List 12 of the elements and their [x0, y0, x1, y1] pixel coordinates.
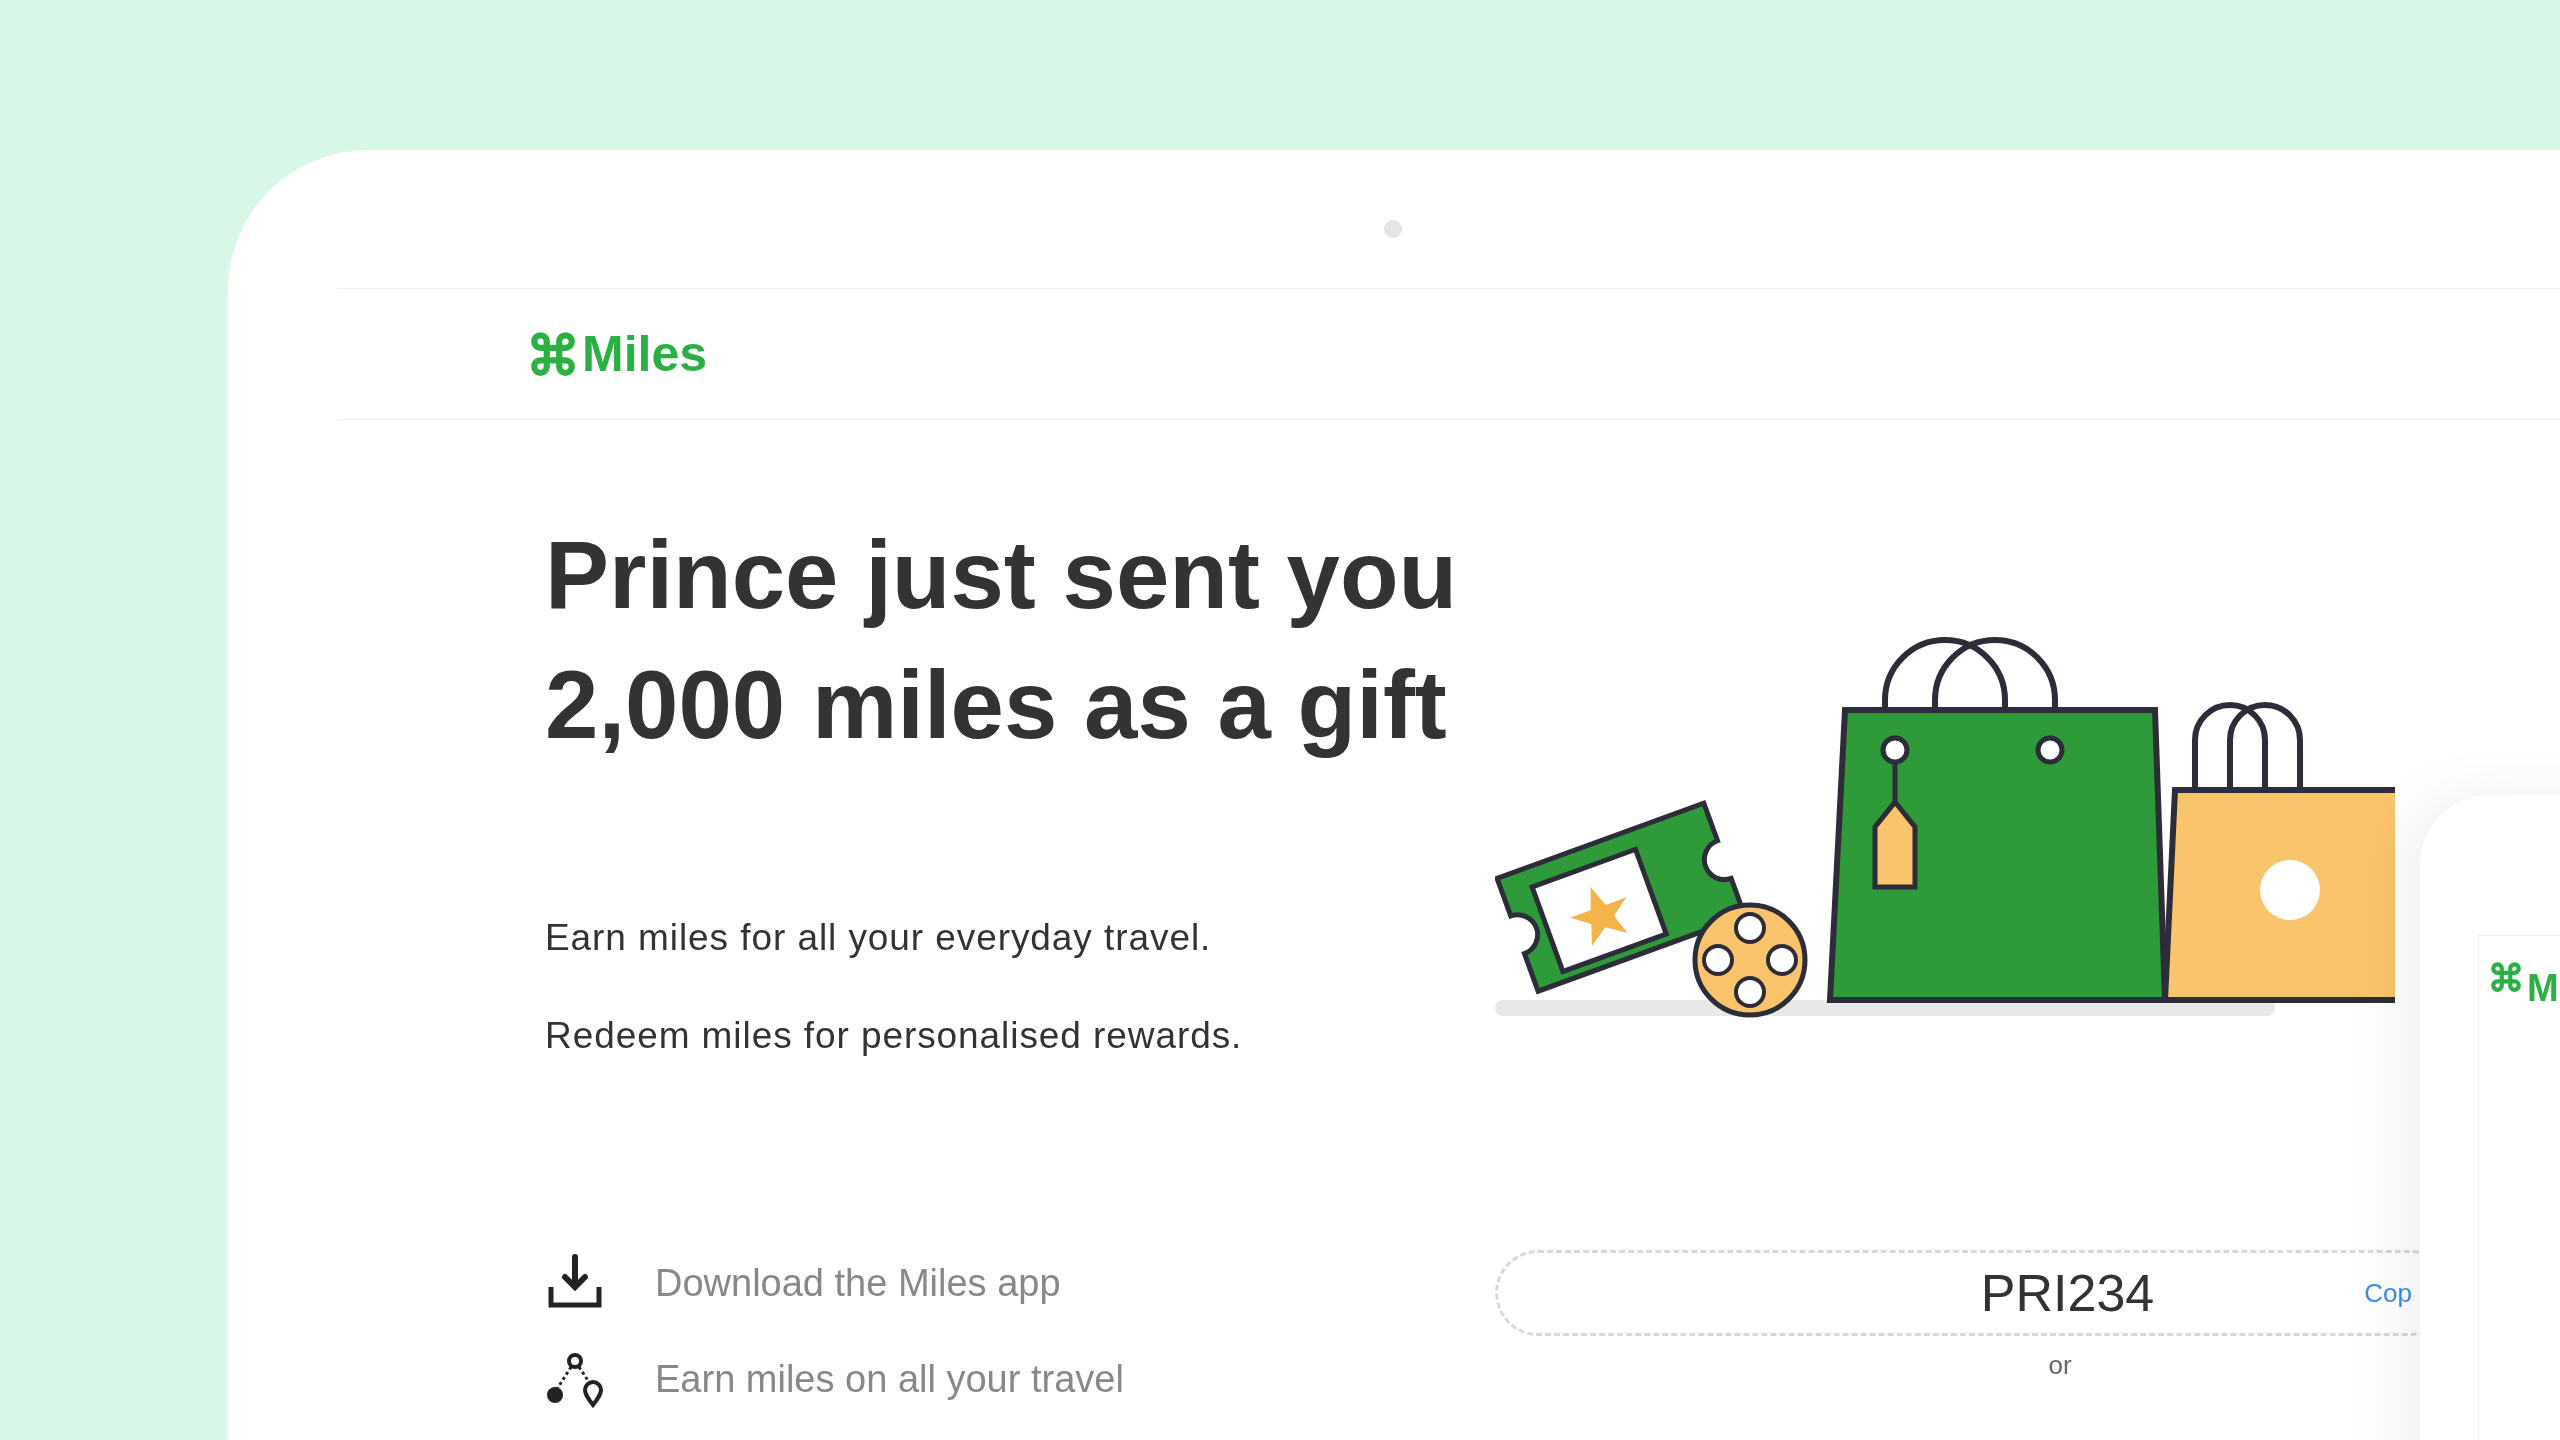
- or-text: or: [2048, 1349, 2072, 1382]
- logo-icon: [2489, 960, 2523, 994]
- logo-text: Miles: [582, 324, 708, 384]
- logo-icon: [528, 329, 578, 379]
- logo-text: M: [2527, 966, 2559, 1011]
- feature-text: Earn miles on all your travel: [655, 1356, 1124, 1402]
- intro-text: Earn miles for all your everyday travel.: [545, 916, 1213, 960]
- intro-text: Redeem miles for personalised rewards.: [545, 1013, 1244, 1058]
- copy-link[interactable]: Cop: [2364, 1273, 2412, 1313]
- feature-text: Download the Miles app: [655, 1260, 1061, 1306]
- referral-code: PRI234: [1980, 1263, 2155, 1324]
- headline: Prince just sent you 2,000 miles as a gift: [545, 520, 1459, 760]
